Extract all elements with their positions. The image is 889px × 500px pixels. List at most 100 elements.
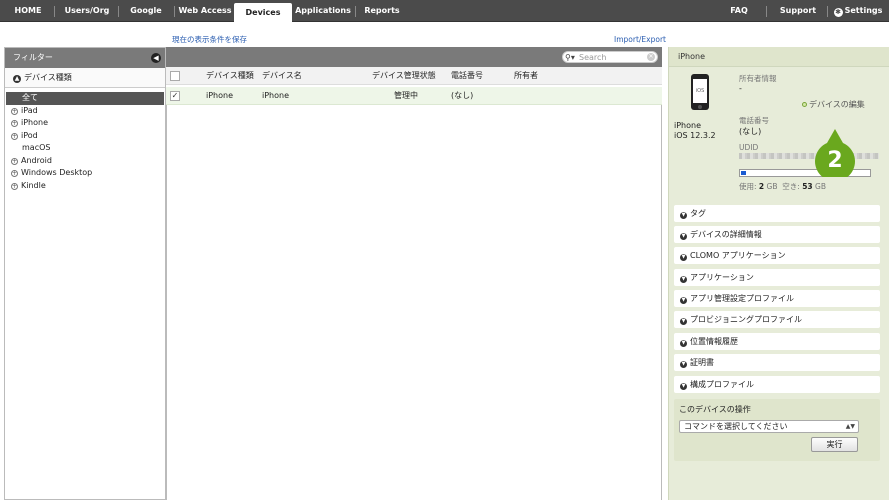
tree-item-ipod[interactable]: + iPod	[5, 130, 165, 143]
chevron-down-icon: ▼	[680, 254, 687, 261]
section-configuration-profiles[interactable]: ▼ 構成プロファイル	[674, 376, 880, 393]
column-header-phone-number[interactable]: 電話番号	[451, 67, 483, 85]
tree-item-label: iPad	[21, 105, 38, 115]
phone-label: 電話番号	[739, 116, 769, 125]
nav-faq[interactable]: FAQ	[722, 0, 756, 22]
nav-applications[interactable]: Applications	[294, 0, 352, 22]
device-os: iOS 12.3.2	[674, 131, 716, 140]
row-checkbox[interactable]: ✓	[170, 91, 180, 101]
section-tags[interactable]: ▼ タグ	[674, 205, 880, 222]
tree-item-label: Android	[21, 155, 52, 165]
chevron-down-icon: ▼	[680, 276, 687, 283]
edit-device-link[interactable]: デバイスの編集	[802, 99, 865, 110]
section-label: CLOMO アプリケーション	[690, 251, 786, 260]
nav-settings[interactable]: ✱ Settings	[833, 0, 883, 22]
select-arrows-icon: ▲▼	[845, 423, 855, 430]
tree-item-android[interactable]: + Android	[5, 155, 165, 168]
list-body	[166, 105, 662, 500]
section-applications[interactable]: ▼ アプリケーション	[674, 269, 880, 286]
iphone-icon: iOS	[691, 74, 709, 110]
udid-label: UDID	[739, 143, 759, 152]
tree-item-label: Kindle	[21, 180, 46, 190]
list-toolbar: ⚲▾ Search ✕	[166, 47, 662, 67]
storage-summary: 使用: 2 GB 空き: 53 GB	[739, 181, 826, 192]
section-label: アプリケーション	[690, 273, 754, 282]
clear-icon[interactable]: ✕	[647, 53, 655, 61]
nav-google-apps[interactable]: Google Apps	[120, 0, 172, 37]
nav-users-org[interactable]: Users/Org	[58, 0, 116, 22]
nav-devices[interactable]: Devices	[234, 3, 292, 23]
gear-icon: ✱	[833, 8, 843, 17]
save-view-link[interactable]: 現在の表示条件を保存	[172, 34, 247, 45]
tree-item-windows-desktop[interactable]: + Windows Desktop	[5, 167, 165, 180]
chevron-down-icon: ▼	[680, 233, 687, 240]
column-header-management-status[interactable]: デバイス管理状態	[372, 67, 436, 85]
section-label: タグ	[690, 209, 706, 218]
column-header-device-type[interactable]: デバイス種類	[206, 67, 254, 85]
section-label: デバイスの詳細情報	[690, 230, 762, 239]
command-select[interactable]: コマンドを選択してください ▲▼	[679, 420, 859, 433]
dot-icon	[802, 102, 807, 107]
udid-value-redacted	[739, 153, 879, 159]
filter-device-type[interactable]: ▲ デバイス種類	[5, 68, 165, 88]
tree-item-label: Windows Desktop	[21, 168, 93, 177]
section-label: 証明書	[690, 358, 714, 367]
nav-separator	[827, 6, 828, 17]
detail-title: iPhone	[669, 47, 889, 67]
tree-item-all[interactable]: 全て	[6, 92, 164, 105]
tree-item-macos[interactable]: macOS	[5, 142, 165, 155]
section-location-history[interactable]: ▼ 位置情報履歴	[674, 333, 880, 350]
tree-item-label: iPod	[21, 130, 38, 140]
tree-item-iphone[interactable]: + iPhone	[5, 117, 165, 130]
expand-icon[interactable]: +	[11, 170, 18, 177]
device-model: iPhone	[674, 121, 702, 130]
home-button-icon	[698, 105, 702, 109]
expand-icon[interactable]: +	[11, 107, 18, 115]
expand-icon[interactable]: +	[11, 120, 18, 127]
column-header-device-name[interactable]: デバイス名	[262, 67, 302, 85]
nav-home[interactable]: HOME	[6, 0, 50, 22]
collapse-icon[interactable]: ◀	[151, 53, 161, 63]
search-icon[interactable]: ⚲▾	[565, 52, 575, 63]
section-clomo-apps[interactable]: ▼ CLOMO アプリケーション	[674, 247, 880, 264]
expand-icon[interactable]: +	[11, 157, 18, 165]
section-app-config-profiles[interactable]: ▼ アプリ管理設定プロファイル	[674, 290, 880, 307]
command-select-value: コマンドを選択してください	[684, 422, 788, 431]
section-device-details[interactable]: ▼ デバイスの詳細情報	[674, 226, 880, 243]
cell-device-name: iPhone	[262, 91, 290, 100]
owner-value: -	[739, 84, 742, 93]
execute-button[interactable]: 実行	[811, 437, 858, 452]
top-nav: HOME Users/Org Google Apps Web Access De…	[0, 0, 889, 37]
phone-value: (なし)	[739, 127, 762, 136]
step-2-marker-icon: 2	[815, 129, 855, 177]
list-header: デバイス種類 デバイス名 デバイス管理状態 電話番号 所有者	[166, 67, 662, 85]
storage-used-label: 使用:	[739, 182, 757, 191]
search-box[interactable]: ⚲▾ Search ✕	[562, 51, 658, 63]
tree-item-label: iPhone	[21, 118, 49, 127]
section-provisioning-profiles[interactable]: ▼ プロビジョニングプロファイル	[674, 311, 880, 328]
storage-used-value: 2	[758, 182, 765, 191]
nav-reports[interactable]: Reports	[358, 0, 406, 22]
chevron-down-icon: ▼	[680, 383, 687, 390]
operations-title: このデバイスの操作	[679, 405, 751, 414]
nav-web-access[interactable]: Web Access	[177, 0, 233, 22]
chevron-down-icon: ▼	[680, 212, 687, 219]
tree-item-kindle[interactable]: + Kindle	[5, 180, 165, 193]
nav-separator	[766, 6, 767, 17]
tree-item-ipad[interactable]: + iPad	[5, 105, 165, 118]
import-export-link[interactable]: Import/Export	[614, 35, 666, 44]
column-header-owner[interactable]: 所有者	[514, 67, 538, 85]
expand-icon[interactable]: +	[11, 132, 18, 140]
expand-icon[interactable]: +	[11, 182, 18, 190]
section-certificates[interactable]: ▼ 証明書	[674, 354, 880, 371]
cell-device-type: iPhone	[206, 91, 234, 100]
nav-support[interactable]: Support	[776, 0, 820, 22]
chevron-up-icon: ▲	[13, 75, 21, 83]
storage-free-value: 53	[802, 182, 813, 191]
search-input[interactable]: Search	[579, 52, 606, 63]
table-row[interactable]: ✓ iPhone iPhone 管理中 (なし)	[166, 87, 662, 105]
owner-label: 所有者情報	[739, 74, 777, 83]
select-all-checkbox[interactable]	[170, 71, 180, 81]
edit-device-label: デバイスの編集	[809, 100, 865, 109]
chevron-down-icon: ▼	[680, 297, 687, 304]
